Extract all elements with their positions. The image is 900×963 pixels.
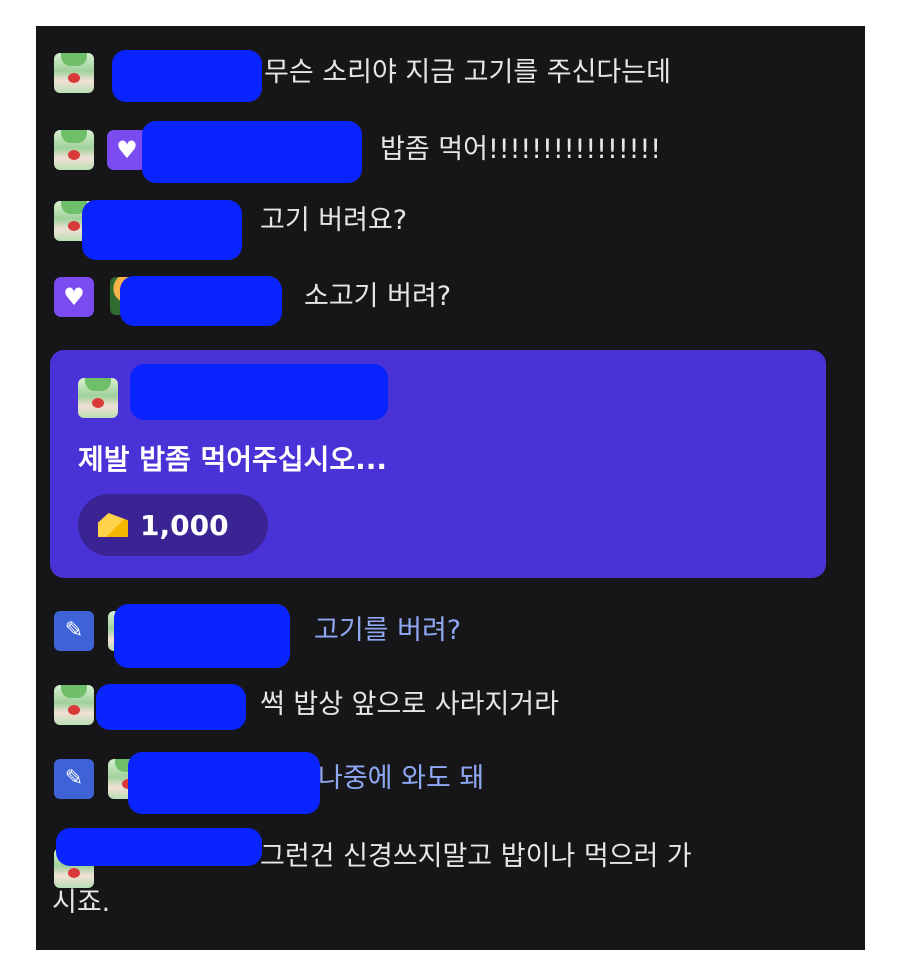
- message-text: 썩 밥상 앞으로 사라지거라: [260, 689, 559, 720]
- redacted-username: [112, 50, 262, 102]
- donation-amount-pill: 1,000: [78, 494, 268, 556]
- donation-card: 제발 밥좀 먹어주십시오... 1,000: [50, 350, 826, 578]
- message-text: 소고기 버려?: [304, 281, 452, 312]
- message-text-continuation: 시죠.: [52, 887, 111, 918]
- user-avatar-emote: [54, 130, 94, 170]
- donor-avatar-emote: [78, 378, 118, 418]
- redacted-username: [120, 276, 282, 326]
- redacted-username: [56, 828, 262, 866]
- redacted-username: [142, 121, 362, 183]
- message-text: 무슨 소리야 지금 고기를 주신다는데: [264, 57, 671, 88]
- message-text: 고기 버려요?: [260, 205, 408, 236]
- heart-icon: ♥: [107, 130, 147, 170]
- heart-icon: ♥: [54, 277, 94, 317]
- cheese-icon: [98, 513, 128, 537]
- redacted-username: [82, 200, 242, 260]
- user-avatar-emote: [54, 53, 94, 93]
- redacted-username: [128, 752, 320, 814]
- redacted-username: [96, 684, 246, 730]
- donation-message: 제발 밥좀 먹어주십시오...: [78, 443, 388, 476]
- redacted-username: [114, 604, 290, 668]
- chat-panel: 무슨 소리야 지금 고기를 주신다는데 ♥ 밥좀 먹어!!!!!!!!!!!!!…: [36, 26, 865, 950]
- message-text: 그런건 신경쓰지말고 밥이나 먹으러 가: [260, 841, 692, 872]
- message-text: 나중에 와도 돼: [318, 763, 485, 794]
- pen-icon: ✎: [54, 611, 94, 651]
- pen-icon: ✎: [54, 759, 94, 799]
- donation-amount: 1,000: [140, 508, 229, 542]
- user-avatar-emote: [54, 685, 94, 725]
- redacted-username: [130, 364, 388, 420]
- message-text: 밥좀 먹어!!!!!!!!!!!!!!!!: [380, 134, 662, 165]
- message-text: 고기를 버려?: [314, 615, 462, 646]
